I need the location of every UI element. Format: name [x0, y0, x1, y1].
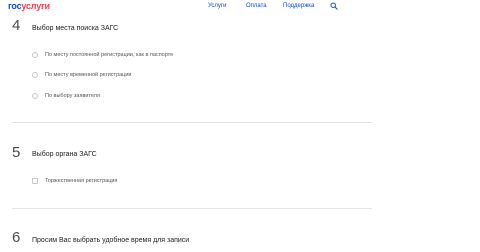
step-number: 5: [12, 144, 21, 161]
step-title: Просим Вас выбрать удобное время для зап…: [32, 237, 190, 244]
radio-option-permanent-registration[interactable]: По месту постоянной регистрации, как в п…: [32, 51, 173, 59]
radio-option-applicant-choice[interactable]: По выбору заявителя: [32, 92, 100, 100]
step-title: Выбор места поиска ЗАГС: [32, 25, 119, 32]
option-label: По месту постоянной регистрации, как в п…: [45, 51, 174, 58]
nav-link-payment[interactable]: Оплата: [246, 3, 267, 10]
option-label: По месту временной регистрации: [45, 71, 132, 78]
option-label: По выбору заявителя: [45, 92, 100, 99]
search-icon[interactable]: [330, 2, 338, 10]
radio-option-temporary-registration[interactable]: По месту временной регистрации: [32, 71, 131, 79]
option-label: Торжественная регистрация: [45, 177, 118, 184]
nav-link-support[interactable]: Поддержка: [283, 3, 314, 10]
logo-part-gos: гос: [8, 1, 22, 11]
section-divider: [12, 122, 372, 123]
radio-button[interactable]: [32, 93, 38, 99]
section-divider: [12, 208, 372, 209]
radio-button[interactable]: [32, 52, 38, 58]
radio-button[interactable]: [32, 72, 38, 78]
checkbox[interactable]: [32, 178, 38, 184]
step-title: Выбор органа ЗАГС: [32, 151, 97, 158]
checkbox-option-ceremonial-registration[interactable]: Торжественная регистрация: [32, 177, 117, 185]
logo-part-uslugi: услуги: [21, 1, 50, 11]
gosuslugi-logo[interactable]: госуслуги: [8, 1, 50, 11]
top-header: госуслуги Услуги Оплата Поддержка: [0, 0, 480, 14]
step-number: 4: [12, 17, 21, 34]
nav-link-services[interactable]: Услуги: [208, 3, 226, 10]
step-number: 6: [12, 229, 21, 246]
